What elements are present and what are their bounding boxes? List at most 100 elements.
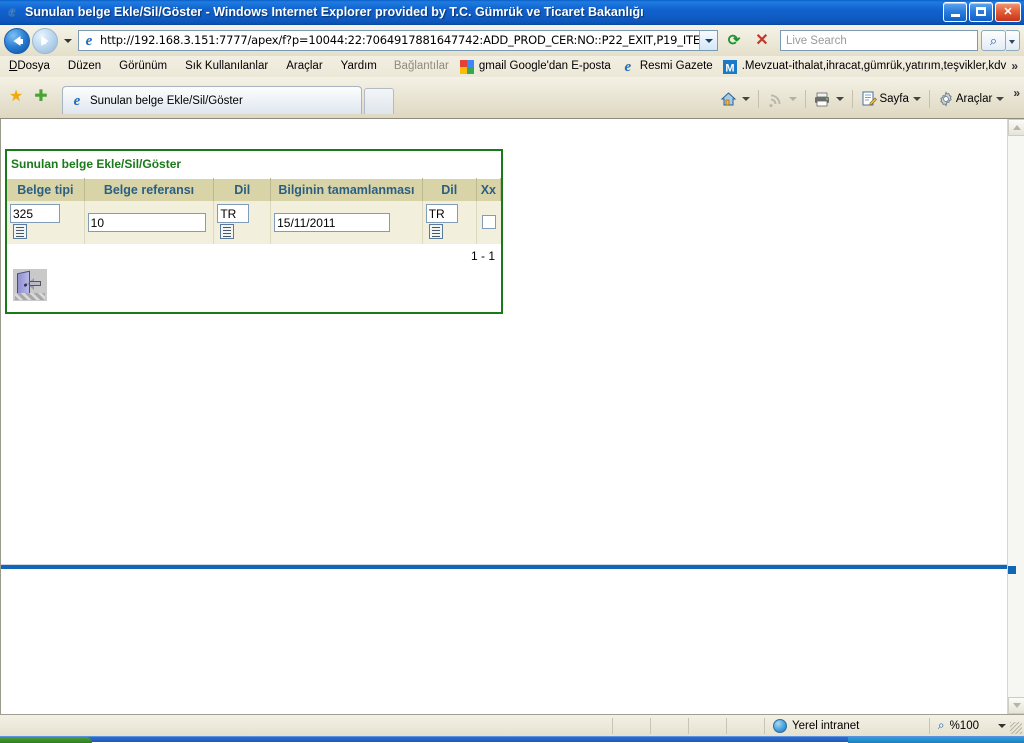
- menu-item-gorunum[interactable]: Görünüm: [110, 56, 176, 77]
- cell-dil-1: [213, 201, 272, 244]
- browser-tab-active[interactable]: e Sunulan belge Ekle/Sil/Göster: [62, 86, 362, 114]
- column-header-xx[interactable]: Xx: [475, 178, 502, 201]
- search-provider-caret-icon[interactable]: [1006, 30, 1020, 51]
- command-separator: [852, 90, 854, 108]
- menu-item-dosya[interactable]: DDosya: [0, 56, 59, 77]
- belge-tipi-input[interactable]: [10, 204, 60, 223]
- home-caret-icon[interactable]: [742, 97, 751, 101]
- add-to-favorites-icon[interactable]: ✚: [31, 87, 51, 107]
- page-menu-button[interactable]: Sayfa: [856, 86, 925, 112]
- tools-menu-button[interactable]: Araçlar: [933, 86, 1009, 112]
- system-tray: [848, 737, 1024, 743]
- address-bar[interactable]: e http://192.168.3.151:7777/apex/f?p=100…: [78, 30, 718, 51]
- status-cell-2: [650, 717, 688, 734]
- menu-item-araclar[interactable]: Araçlar: [277, 56, 331, 77]
- resize-grip[interactable]: [1010, 722, 1022, 734]
- bilginin-tamamlanmasi-input[interactable]: [274, 213, 391, 232]
- links-overflow-chevron-icon[interactable]: »: [1011, 59, 1018, 73]
- column-header-bilginin-tamamlanmasi[interactable]: Bilginin tamamlanması: [270, 178, 423, 201]
- exit-door-icon[interactable]: [13, 269, 47, 301]
- command-separator: [805, 90, 807, 108]
- internet-explorer-icon: e: [8, 4, 16, 20]
- status-cell-3: [688, 717, 726, 734]
- scrollbar-rule-marker: [1008, 566, 1016, 574]
- column-header-dil-1[interactable]: Dil: [213, 178, 272, 201]
- dil-2-lov-icon[interactable]: [428, 224, 443, 240]
- cell-bilginin-tamamlanmasi: [270, 201, 423, 244]
- zoom-caret-icon[interactable]: [998, 723, 1006, 728]
- links-bar-label: Bağlantılar: [393, 60, 449, 72]
- search-input[interactable]: Live Search: [781, 35, 977, 47]
- close-button[interactable]: ✕: [995, 2, 1021, 22]
- window-controls: ✕: [943, 2, 1021, 22]
- tools-menu-caret-icon[interactable]: [996, 97, 1005, 101]
- gear-icon: [936, 89, 956, 109]
- zoom-control[interactable]: ⌕ %100: [928, 717, 1012, 734]
- back-button[interactable]: [4, 27, 30, 54]
- column-header-dil-2[interactable]: Dil: [421, 178, 477, 201]
- restore-button[interactable]: [969, 2, 993, 22]
- feeds-button[interactable]: [762, 86, 802, 112]
- stop-button[interactable]: ✕: [750, 29, 774, 52]
- recent-pages-caret-icon[interactable]: [64, 38, 72, 43]
- home-icon: [718, 89, 738, 109]
- print-caret-icon[interactable]: [836, 97, 845, 101]
- security-zone[interactable]: Yerel intranet: [764, 717, 860, 734]
- favorites-center-icon[interactable]: ★: [6, 87, 26, 107]
- menu-label-duzen: Düzen: [67, 60, 102, 72]
- vertical-scrollbar[interactable]: [1007, 119, 1024, 714]
- print-button[interactable]: [809, 86, 849, 112]
- search-box[interactable]: Live Search: [780, 30, 978, 51]
- page-menu-caret-icon[interactable]: [912, 97, 921, 101]
- column-header-belge-tipi[interactable]: Belge tipi: [7, 178, 85, 201]
- link-mevzuat-label: .Mevzuat-ithalat,ihracat,gümrük,yatırım,…: [741, 60, 1007, 72]
- link-mevzuat[interactable]: M .Mevzuat-ithalat,ihracat,gümrük,yatırı…: [720, 56, 1014, 77]
- dil-1-lov-icon[interactable]: [220, 224, 235, 240]
- forward-button[interactable]: [32, 27, 58, 54]
- menu-label-yardim: Yardım: [340, 60, 377, 72]
- sunulan-belge-table: Belge tipi Belge referansı Dil Bilginin …: [7, 178, 502, 244]
- xx-checkbox[interactable]: [481, 215, 496, 230]
- intranet-globe-icon: [773, 718, 787, 733]
- menu-item-yardim[interactable]: Yardım: [332, 56, 386, 77]
- command-separator: [928, 90, 930, 108]
- navigation-toolbar: e http://192.168.3.151:7777/apex/f?p=100…: [0, 25, 1024, 56]
- refresh-icon: ⟳: [727, 32, 741, 49]
- minimize-button[interactable]: [943, 2, 967, 22]
- ie-page-icon: e: [624, 58, 632, 75]
- window-title: Sunulan belge Ekle/Sil/Göster - Windows …: [25, 5, 644, 19]
- address-dropdown-icon[interactable]: [699, 31, 717, 50]
- command-overflow-chevron-icon[interactable]: »: [1013, 86, 1020, 100]
- menu-label-araclar: Araçlar: [286, 60, 323, 72]
- link-gmail-label: gmail Google'dan E-posta: [478, 60, 611, 72]
- dil-1-input[interactable]: [217, 204, 250, 223]
- new-tab-button[interactable]: [364, 88, 394, 114]
- svg-text:M: M: [725, 62, 734, 74]
- menu-item-sik-kullanilanlar[interactable]: Sık Kullanılanlar: [176, 56, 277, 77]
- menu-item-duzen[interactable]: Düzen: [59, 56, 110, 77]
- command-separator: [758, 90, 760, 108]
- link-gmail[interactable]: gmail Google'dan E-posta: [457, 56, 618, 77]
- dil-2-input[interactable]: [425, 204, 458, 223]
- scroll-up-button[interactable]: [1008, 119, 1024, 136]
- tab-and-command-bar: ★ ✚ e Sunulan belge Ekle/Sil/Göster Sayf…: [0, 77, 1024, 118]
- command-bar: Sayfa Araçlar »: [715, 86, 1020, 112]
- windows-taskbar: [0, 736, 1024, 743]
- address-input[interactable]: http://192.168.3.151:7777/apex/f?p=10044…: [100, 31, 699, 50]
- security-zone-label: Yerel intranet: [792, 719, 860, 732]
- menu-label-sik-kullanilanlar: Sık Kullanılanlar: [185, 60, 269, 72]
- belge-tipi-lov-icon[interactable]: [13, 224, 27, 240]
- column-header-belge-referansi[interactable]: Belge referansı: [83, 178, 215, 201]
- link-resmi-gazete[interactable]: e Resmi Gazete: [618, 56, 720, 77]
- search-icon: ⌕: [989, 33, 998, 48]
- scroll-down-button[interactable]: [1008, 697, 1024, 714]
- home-button[interactable]: [715, 86, 755, 112]
- search-button[interactable]: ⌕: [981, 30, 1006, 51]
- google-icon: [459, 59, 475, 75]
- belge-referansi-input[interactable]: [87, 213, 206, 232]
- start-button[interactable]: [0, 737, 92, 743]
- table-row: [7, 201, 501, 244]
- refresh-button[interactable]: ⟳: [722, 29, 746, 52]
- tools-menu-label: Araçlar: [955, 93, 993, 105]
- ie-page-icon: e: [85, 32, 93, 49]
